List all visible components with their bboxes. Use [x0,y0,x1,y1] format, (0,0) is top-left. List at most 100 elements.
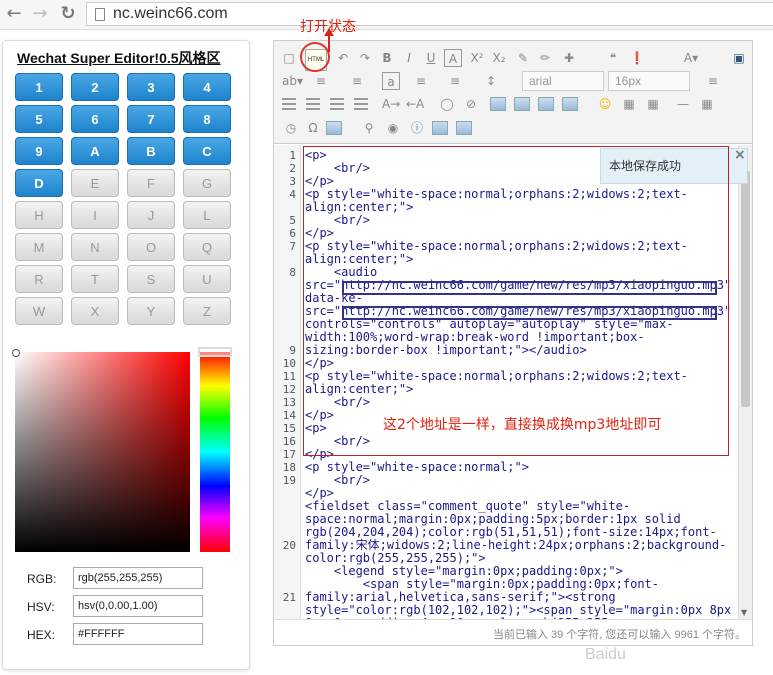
bold-icon[interactable]: B [378,49,396,67]
image-float-right-icon[interactable] [538,97,554,111]
style-button[interactable]: M [15,233,63,261]
style-button[interactable]: 8 [183,105,231,133]
underline-icon[interactable]: U [422,49,440,67]
time-icon[interactable]: ◷ [282,119,300,137]
style-button[interactable]: 3 [127,73,175,101]
style-button[interactable]: S [127,265,175,293]
auto-typeset-icon[interactable]: ✚ [560,49,578,67]
font-size-select[interactable]: 16px [608,71,690,91]
scroll-down-arrow-icon[interactable]: ▼ [741,608,747,617]
hue-slider-handle[interactable] [198,347,232,357]
style-button[interactable]: G [183,169,231,197]
preview-icon[interactable]: ▣ [730,49,748,67]
search-replace-icon[interactable]: ⚲ [360,119,378,137]
horizontal-rule-icon[interactable]: — [674,95,692,113]
link-icon[interactable]: ◯ [438,95,456,113]
ordered-list-icon[interactable]: ≡ [312,72,330,90]
style-button[interactable]: Q [183,233,231,261]
draft-icon[interactable] [456,121,472,135]
help-icon[interactable]: ⓘ [408,119,426,137]
style-button[interactable]: 7 [127,105,175,133]
code-scrollbar[interactable]: ▼ [738,145,752,619]
style-button[interactable]: W [15,297,63,325]
style-button[interactable]: 4 [183,73,231,101]
style-button[interactable]: F [127,169,175,197]
hsv-input[interactable]: hsv(0,0.00,1.00) [73,595,203,617]
align-left-icon[interactable] [282,98,296,110]
font-color-icon[interactable]: A▾ [682,49,700,67]
align-right-icon[interactable] [330,98,344,110]
format-brush-icon[interactable]: ✏ [536,49,554,67]
hue-slider-bar[interactable] [200,352,230,552]
style-button[interactable]: R [15,265,63,293]
line-height-icon[interactable]: ↕ [482,72,500,90]
scroll-thumb[interactable] [741,171,750,407]
highlight-icon[interactable]: ab▾ [282,72,303,90]
spellcheck-icon[interactable]: ◉ [384,119,402,137]
text-direction-icon[interactable]: A→ [382,95,400,113]
style-button[interactable]: Z [183,297,231,325]
table-icon[interactable]: ▦ [620,95,638,113]
rgb-input[interactable]: rgb(255,255,255) [73,567,203,589]
unlink-icon[interactable]: ⊘ [462,95,480,113]
source-icon[interactable]: □ [280,49,298,67]
style-button[interactable]: A [71,137,119,165]
style-button[interactable]: 5 [15,105,63,133]
style-button[interactable]: C [183,137,231,165]
align-center-icon[interactable] [306,98,320,110]
blockquote-icon[interactable]: ❝ [604,49,622,67]
image-float-left-icon[interactable] [514,97,530,111]
style-button[interactable]: D [15,169,63,197]
style-button[interactable]: I [71,201,119,229]
superscript-icon[interactable]: X² [468,49,486,67]
saturation-value-picker[interactable] [15,352,190,552]
eraser-icon[interactable]: ✎ [514,49,532,67]
plaintext-icon[interactable]: ❗ [628,49,646,67]
toast-close-icon[interactable]: × [734,147,746,163]
hex-input[interactable]: #FFFFFF [73,623,203,645]
annotation-note: 这2个地址是一样，直接换成换mp3地址即可 [383,417,662,433]
address-bar[interactable]: nc.weinc66.com [86,2,773,26]
undo-icon[interactable]: ↶ [334,49,352,67]
picker-handle[interactable] [12,349,20,357]
row-spacing-top-icon[interactable]: ≡ [412,72,430,90]
style-button[interactable]: B [127,137,175,165]
style-button[interactable]: O [127,233,175,261]
style-button[interactable]: 9 [15,137,63,165]
text-direction-rtl-icon[interactable]: ←A [406,95,424,113]
style-button[interactable]: N [71,233,119,261]
style-button[interactable]: H [15,201,63,229]
style-panel: Wechat Super Editor!0.5风格区 1234 5678 9ABC D… [2,40,250,670]
insert-image-icon[interactable] [326,121,342,135]
font-border-icon[interactable]: A [444,49,462,67]
subscript-icon[interactable]: X₂ [490,49,508,67]
select-all-icon[interactable]: a [382,72,400,90]
forward-arrow-icon[interactable]: → [28,3,52,25]
date-icon[interactable]: ▦ [698,95,716,113]
back-arrow-icon[interactable]: ← [2,3,26,25]
style-button[interactable]: T [71,265,119,293]
image-center-icon[interactable] [562,97,578,111]
unordered-list-icon[interactable]: ≡ [348,72,366,90]
font-family-select[interactable]: arial [522,71,604,91]
style-button[interactable]: Y [127,297,175,325]
style-button[interactable]: 6 [71,105,119,133]
redo-icon[interactable]: ↷ [356,49,374,67]
reload-icon[interactable]: ↻ [56,3,80,25]
map-icon[interactable]: ▦ [644,95,662,113]
special-chars-icon[interactable]: Ω [304,119,322,137]
style-button[interactable]: L [183,201,231,229]
style-button[interactable]: E [71,169,119,197]
style-button[interactable]: 1 [15,73,63,101]
emotion-icon[interactable]: ☺ [596,95,614,113]
align-justify-icon[interactable] [354,98,368,110]
italic-icon[interactable]: I [400,49,418,67]
print-icon[interactable] [432,121,448,135]
style-button[interactable]: 2 [71,73,119,101]
style-button[interactable]: U [183,265,231,293]
row-spacing-bottom-icon[interactable]: ≡ [446,72,464,90]
paragraph-icon[interactable]: ≡ [704,72,722,90]
image-float-none-icon[interactable] [490,97,506,111]
style-button[interactable]: X [71,297,119,325]
style-button[interactable]: J [127,201,175,229]
